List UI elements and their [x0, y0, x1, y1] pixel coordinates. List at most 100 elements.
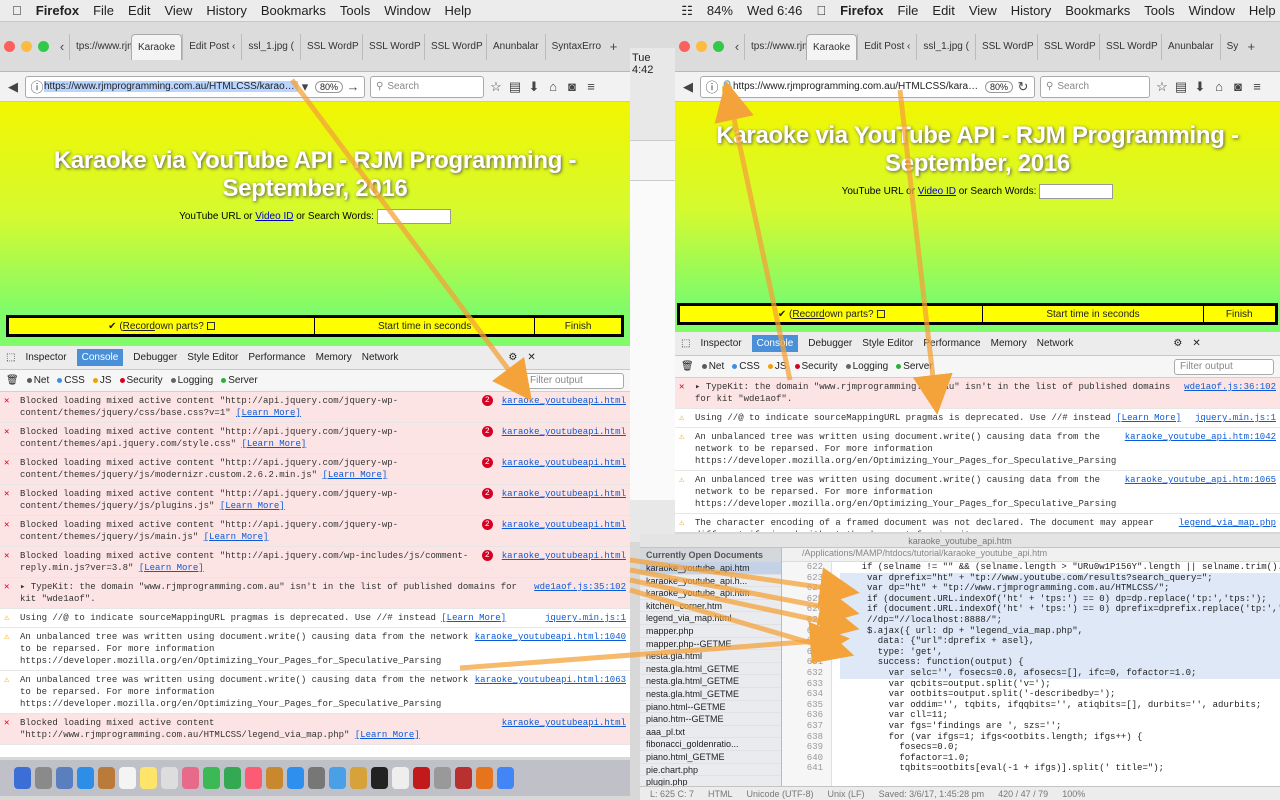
filter-security[interactable]: Security — [119, 375, 163, 386]
tab-karaoke[interactable]: Karaoke — [131, 33, 183, 60]
devtools-tab-debugger-right[interactable]: Debugger — [808, 338, 852, 349]
open-document-item[interactable]: piano.htm--GETME — [640, 713, 781, 726]
open-document-item[interactable]: plugin.php — [640, 776, 781, 786]
learn-more-link[interactable]: [Learn More] — [241, 439, 306, 449]
search-words-input[interactable] — [376, 209, 451, 224]
filezilla-icon[interactable] — [455, 767, 472, 789]
url-bar[interactable]: ⓘ https://www.rjmprogramming.com.au/HTML… — [25, 75, 365, 98]
pick-element-icon[interactable]: ⬚ — [6, 352, 15, 363]
menu-window[interactable]: Window — [384, 3, 430, 18]
reading-list-icon-right[interactable]: ▤ — [1174, 79, 1188, 95]
devtools-tab-performance-right[interactable]: Performance — [923, 338, 980, 349]
url-bar-right[interactable]: ⓘ 🔒 https://www.rjmprogramming.com.au/HT… — [700, 75, 1035, 98]
preview-icon[interactable] — [329, 767, 346, 789]
learn-more-link[interactable]: [Learn More] — [1116, 413, 1181, 423]
filter-css[interactable]: CSS — [57, 375, 85, 386]
filter-js-right[interactable]: JS — [767, 361, 787, 372]
menu-view[interactable]: View — [164, 3, 192, 18]
code-line[interactable]: var qcbits=output.split('v='); — [840, 679, 1280, 690]
learn-more-link[interactable]: [Learn More] — [355, 730, 420, 740]
learn-more-link[interactable]: [Learn More] — [204, 532, 269, 542]
menu-help[interactable]: Help — [445, 3, 472, 18]
finder-icon[interactable] — [14, 767, 31, 789]
tab-karaoke-right[interactable]: Karaoke — [806, 33, 858, 60]
open-document-item[interactable]: nesta.gla.html_GETME — [640, 663, 781, 676]
open-document-item[interactable]: piano.html_GETME — [640, 751, 781, 764]
tab-ssl-wordpress-1[interactable]: SSL WordP — [299, 33, 362, 60]
devtools-tab-style-editor[interactable]: Style Editor — [187, 352, 238, 363]
open-document-item[interactable]: nesta.gla.html_GETME — [640, 688, 781, 701]
firefox-icon[interactable] — [476, 767, 493, 789]
filter-css-right[interactable]: CSS — [732, 361, 760, 372]
record-checkbox-right[interactable] — [876, 310, 885, 318]
minimize-window-icon-right[interactable] — [696, 41, 707, 52]
menu-tools-right[interactable]: Tools — [1144, 3, 1174, 18]
chrome-icon[interactable] — [497, 767, 514, 789]
notes-icon[interactable] — [140, 767, 157, 789]
source-link[interactable]: legend_via_map.php — [1179, 517, 1276, 532]
menu-history-right[interactable]: History — [1011, 3, 1051, 18]
open-document-item[interactable]: legend_via_map.html — [640, 612, 781, 625]
tab-ssl-jpg[interactable]: ssl_1.jpg ( — [241, 33, 300, 60]
launchpad-icon[interactable] — [35, 767, 52, 789]
trash-icon-right[interactable]: 🗑 — [681, 361, 694, 372]
terminal-icon[interactable] — [371, 767, 388, 789]
text-edit-icon[interactable] — [392, 767, 409, 789]
menu-app-firefox-right[interactable]: Firefox — [840, 3, 883, 18]
code-line[interactable]: var dprefix="ht" + "tp://www.youtube.com… — [840, 572, 1280, 584]
open-document-item[interactable]: mapper.php--GETME — [640, 638, 781, 651]
reading-list-icon[interactable]: ▤ — [508, 79, 522, 95]
facetime-icon[interactable] — [224, 767, 241, 789]
hamburger-menu-icon-right[interactable]: ≡ — [1250, 79, 1264, 94]
open-document-item[interactable]: karaoke_youtube_api.htm — [640, 587, 781, 600]
devtools-tab-network-right[interactable]: Network — [1037, 338, 1074, 349]
info-icon-right[interactable]: ⓘ — [705, 77, 719, 96]
learn-more-link[interactable]: [Learn More] — [139, 563, 204, 573]
search-words-input-right[interactable] — [1039, 184, 1114, 199]
open-document-item[interactable]: nesta.gla.html_GETME — [640, 675, 781, 688]
info-icon[interactable]: ⓘ — [30, 77, 44, 96]
filter-js[interactable]: JS — [92, 375, 112, 386]
source-link[interactable]: karaoke_youtubeapi.html — [502, 717, 626, 741]
devtools-tab-style-editor-right[interactable]: Style Editor — [862, 338, 913, 349]
filter-output-input-right[interactable]: Filter output — [1174, 358, 1274, 375]
open-document-item[interactable]: karaoke_youtube_api.htm — [640, 562, 781, 575]
devtools-tab-inspector-right[interactable]: Inspector — [700, 338, 741, 349]
menu-tools[interactable]: Tools — [340, 3, 370, 18]
devtools-tab-performance[interactable]: Performance — [248, 352, 305, 363]
tab-ssl-jpg-right[interactable]: ssl_1.jpg ( — [916, 33, 975, 60]
tab-rjm[interactable]: tps://www.rjm — [69, 33, 131, 60]
pick-element-icon-right[interactable]: ⬚ — [681, 338, 690, 349]
code-line[interactable]: fofactor=1.0; — [840, 753, 1280, 764]
hamburger-menu-icon[interactable]: ≡ — [584, 79, 598, 94]
ibooks-icon[interactable] — [266, 767, 283, 789]
home-icon[interactable]: ⌂ — [546, 79, 560, 94]
tab-edit-post[interactable]: Edit Post ‹ — [182, 33, 241, 60]
tab-ssl-wordpress-2[interactable]: SSL WordP — [361, 33, 424, 60]
learn-more-link[interactable]: [Learn More] — [322, 470, 387, 480]
url-text-right[interactable]: https://www.rjmprogramming.com.au/HTMLCS… — [733, 81, 982, 92]
code-line[interactable]: type: 'get', — [840, 646, 1280, 658]
source-link[interactable]: karaoke_youtube_api.htm:1042 — [1125, 431, 1276, 467]
close-window-icon[interactable] — [4, 41, 15, 52]
code-line[interactable]: tqbits=ootbits[eval(-1 + ifgs)].split(' … — [840, 763, 1280, 774]
code-line[interactable]: var dp="ht" + "tp://www.rjmprogramming.c… — [840, 583, 1280, 594]
devtools-tab-memory[interactable]: Memory — [316, 352, 352, 363]
menu-view-right[interactable]: View — [969, 3, 997, 18]
search-box[interactable]: ⚲ Search — [370, 75, 484, 98]
lock-icon[interactable]: 🔒 — [719, 79, 735, 95]
zoom-level-right[interactable]: 80% — [984, 80, 1013, 93]
menu-history[interactable]: History — [206, 3, 246, 18]
code-line[interactable]: data: {"url":dprefix + asel}, — [840, 636, 1280, 647]
tab-ssl-wordpress-2-right[interactable]: SSL WordP — [1036, 33, 1099, 60]
settings-gear-icon-right[interactable]: ⚙ — [1173, 338, 1182, 349]
filter-server[interactable]: Server — [221, 375, 258, 386]
tab-ssl-wordpress-1-right[interactable]: SSL WordP — [974, 33, 1037, 60]
zoom-level[interactable]: 80% — [314, 80, 343, 93]
video-id-link[interactable]: Video ID — [255, 211, 293, 222]
back-icon-right[interactable]: ◀ — [681, 79, 695, 95]
learn-more-link[interactable]: [Learn More] — [236, 408, 301, 418]
menu-file[interactable]: File — [93, 3, 114, 18]
tab-anunbalanced[interactable]: Anunbalar — [485, 33, 545, 60]
source-link[interactable]: karaoke_youtubeapi.html — [502, 550, 626, 574]
